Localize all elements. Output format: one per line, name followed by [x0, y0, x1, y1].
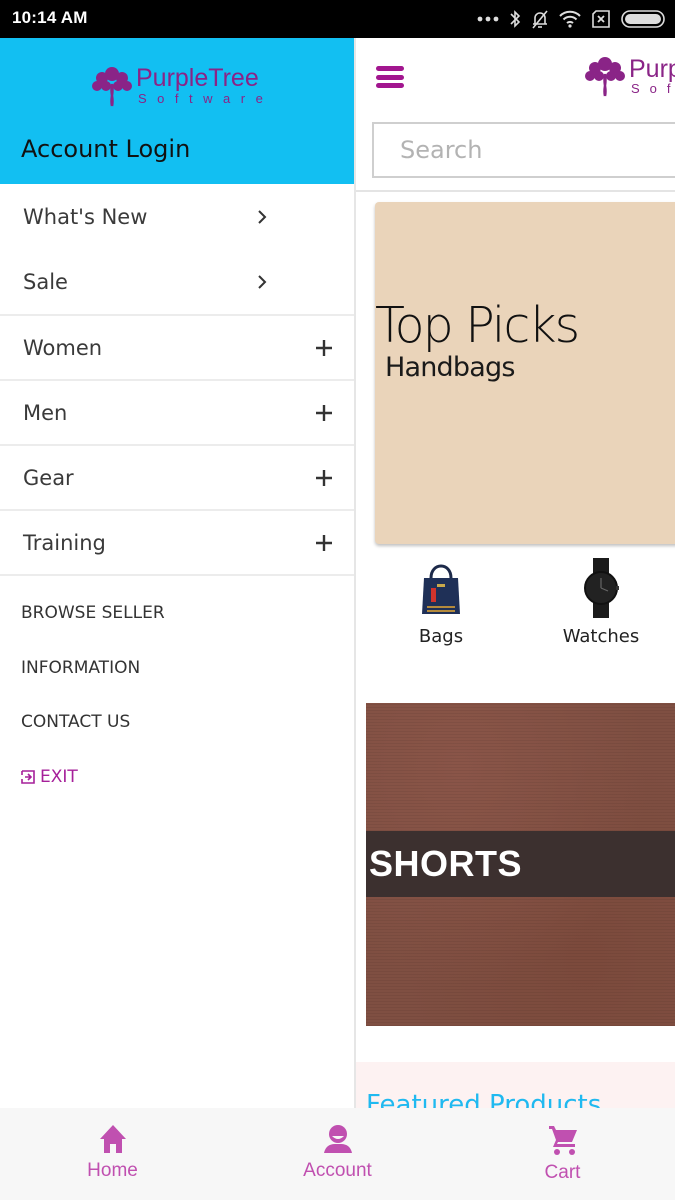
tree-logo-icon	[92, 67, 132, 107]
menu-item-women[interactable]: Women	[0, 314, 354, 379]
information-link[interactable]: INFORMATION	[21, 653, 165, 708]
plus-icon[interactable]	[315, 404, 333, 422]
drawer-header: PurpleTree Software Account Login	[0, 38, 354, 184]
search-input[interactable]	[374, 124, 675, 176]
hamburger-icon-bar	[376, 66, 404, 71]
category-label: Bags	[418, 626, 464, 647]
drawer-edge	[354, 38, 356, 1108]
battery-icon	[621, 10, 665, 28]
shorts-banner[interactable]: SHORTS	[366, 703, 675, 1026]
exit-icon	[21, 769, 35, 784]
chevron-right-icon	[258, 274, 267, 289]
hamburger-icon-bar	[376, 83, 404, 88]
menu-item-label: Training	[23, 530, 106, 555]
tab-home[interactable]: Home	[0, 1108, 225, 1200]
top-picks-banner[interactable]: Top Picks Handbags	[375, 202, 675, 544]
menu-item-label: What's New	[23, 204, 148, 229]
exit-link[interactable]: EXIT	[21, 762, 165, 817]
category-bags[interactable]: Bags	[371, 558, 511, 647]
drawer-links: BROWSE SELLER INFORMATION CONTACT US EXI…	[21, 598, 165, 816]
banner-title: SHORTS	[369, 843, 523, 884]
hamburger-icon-bar	[376, 74, 404, 80]
brand-name: PurpleTree	[136, 64, 259, 92]
drawer-menu: What's New Sale Women Men Gear Training	[0, 184, 354, 576]
handbag-image	[422, 564, 460, 614]
brand-subtitle: Software	[631, 81, 675, 96]
tab-label: Home	[87, 1160, 138, 1181]
bluetooth-icon	[510, 10, 521, 28]
watch-image	[584, 558, 619, 618]
sim-x-icon	[592, 10, 610, 28]
main-visible-area: PurpleTree Software Top Picks Handbags B…	[356, 38, 675, 1108]
menu-item-gear[interactable]: Gear	[0, 444, 354, 509]
bottom-navigation: Home Account Cart	[0, 1108, 675, 1200]
search-box[interactable]	[372, 122, 675, 178]
banner-title: Top Picks	[375, 297, 580, 354]
navigation-drawer: PurpleTree Software Account Login What's…	[0, 38, 354, 1108]
section-heading: Featured Products	[366, 1090, 602, 1108]
tab-account[interactable]: Account	[225, 1108, 450, 1200]
browse-seller-link[interactable]: BROWSE SELLER	[21, 598, 165, 653]
category-watches[interactable]: Watches	[531, 558, 671, 647]
account-icon	[323, 1125, 352, 1153]
brand-name: PurpleTree	[629, 55, 675, 83]
brand-subtitle: Software	[138, 91, 274, 106]
menu-item-label: Men	[23, 400, 68, 425]
contact-us-link[interactable]: CONTACT US	[21, 707, 165, 762]
app-logo: PurpleTree Software	[88, 62, 273, 110]
chevron-right-icon	[258, 209, 267, 224]
hamburger-menu-button[interactable]	[376, 66, 404, 88]
tab-cart[interactable]: Cart	[450, 1108, 675, 1200]
menu-item-training[interactable]: Training	[0, 509, 354, 574]
menu-item-label: Women	[23, 335, 103, 360]
plus-icon[interactable]	[315, 339, 333, 357]
tree-logo-icon	[585, 57, 625, 97]
category-label: Watches	[562, 626, 640, 647]
account-login-link[interactable]: Account Login	[21, 135, 190, 163]
wifi-icon	[559, 10, 581, 28]
banner-band: SHORTS	[366, 831, 675, 897]
menu-item-whats-new[interactable]: What's New	[0, 184, 354, 249]
divider	[356, 190, 675, 192]
plus-icon[interactable]	[315, 534, 333, 552]
banner-subtitle: Handbags	[385, 352, 515, 383]
status-bar: 10:14 AM	[0, 0, 675, 38]
menu-item-label: Gear	[23, 465, 74, 490]
menu-item-men[interactable]: Men	[0, 379, 354, 444]
more-dots-icon	[477, 16, 499, 22]
menu-item-sale[interactable]: Sale	[0, 249, 354, 314]
category-row: Bags Watches	[356, 558, 675, 668]
tab-label: Cart	[544, 1162, 581, 1183]
divider	[0, 574, 354, 576]
featured-products-section: Featured Products	[356, 1062, 675, 1108]
bell-off-icon	[532, 10, 548, 29]
menu-item-label: Sale	[23, 269, 68, 294]
cart-icon	[548, 1126, 577, 1155]
plus-icon[interactable]	[315, 469, 333, 487]
status-time: 10:14 AM	[12, 8, 88, 27]
status-icons	[477, 6, 665, 32]
tab-label: Account	[303, 1160, 372, 1181]
app-logo: PurpleTree Software	[581, 52, 675, 100]
exit-label: EXIT	[40, 766, 78, 787]
home-icon	[99, 1125, 126, 1153]
